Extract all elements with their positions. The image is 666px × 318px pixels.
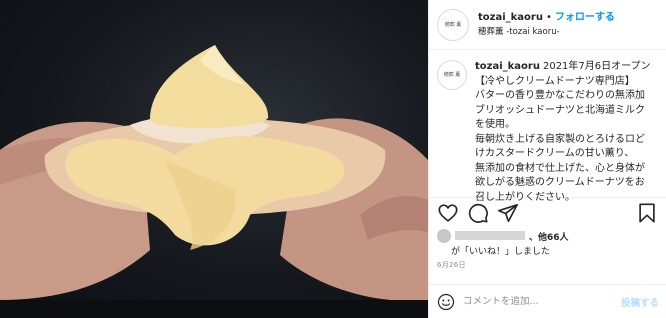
- caption-avatar-text: 穂葬 薫: [443, 72, 461, 78]
- post-header: 穂葬 薫 tozai_kaoru • フォローする 穂葬薫 -tozai kao…: [429, 0, 666, 50]
- blurred-liker-name: [455, 231, 525, 240]
- caption-line: けカスタードクリームの甘い薫り、: [475, 148, 635, 159]
- caption-line: バターの香り豊かなこだわりの無添加: [475, 90, 645, 101]
- post-date[interactable]: 6月26日: [429, 258, 666, 278]
- username-link[interactable]: tozai_kaoru: [478, 11, 543, 25]
- emoji-icon[interactable]: [437, 293, 455, 311]
- likes-suffix: が「いいね！」しました: [451, 247, 551, 257]
- caption-line: 無添加の食材で仕上げた、心と身体が: [475, 162, 645, 174]
- caption-line: 毎朝炊き上げる自家製のとろけるロど: [475, 133, 645, 145]
- post-comment-button[interactable]: 投稿する: [621, 295, 659, 309]
- comment-icon[interactable]: [467, 202, 489, 224]
- caption-section: 穂葬 薫 tozai_kaoru 2021年7月6日オープン 【冷やしクリームドー…: [429, 50, 666, 203]
- caption-line: ブリオッシュドーナツと北海道ミルク: [475, 104, 645, 116]
- caption-date: 2021年7月6日オープン: [542, 61, 651, 72]
- caption-avatar[interactable]: 穂葬 薫: [437, 60, 467, 90]
- avatar[interactable]: 穂葬 薫: [437, 8, 469, 41]
- liker-avatar[interactable]: [437, 229, 451, 243]
- comment-bar: 投稿する: [429, 284, 666, 318]
- caption-text: tozai_kaoru 2021年7月6日オープン 【冷やしクリームドーナツ専門店…: [475, 60, 651, 203]
- post-sidebar: 穂葬 薫 tozai_kaoru • フォローする 穂葬薫 -tozai kao…: [428, 0, 666, 318]
- comment-input[interactable]: [463, 296, 621, 307]
- bookmark-icon[interactable]: [636, 202, 658, 224]
- caption-line: 欲しがる魅惑のクリームドーナツをお: [475, 177, 645, 188]
- caption-line: を使用。: [475, 119, 515, 130]
- caption-line: 召し上がりください。: [475, 191, 575, 203]
- caption-line: 【冷やしクリームドーナツ専門店】: [475, 75, 635, 87]
- heart-icon[interactable]: [437, 202, 459, 224]
- share-icon[interactable]: [497, 202, 519, 224]
- avatar-text: 穂葬 薫: [444, 21, 462, 28]
- cream-donut-image: [0, 45, 428, 318]
- likes-summary: 、他66人 が「いいね！」しました: [429, 228, 666, 258]
- post-photo[interactable]: [0, 0, 428, 318]
- account-subname: 穂葬薫 -tozai kaoru-: [478, 26, 560, 37]
- likes-count-link[interactable]: 、他66人: [529, 233, 569, 243]
- caption-username-link[interactable]: tozai_kaoru: [475, 61, 540, 72]
- follow-button[interactable]: フォローする: [555, 11, 615, 25]
- separator-dot: •: [545, 11, 552, 23]
